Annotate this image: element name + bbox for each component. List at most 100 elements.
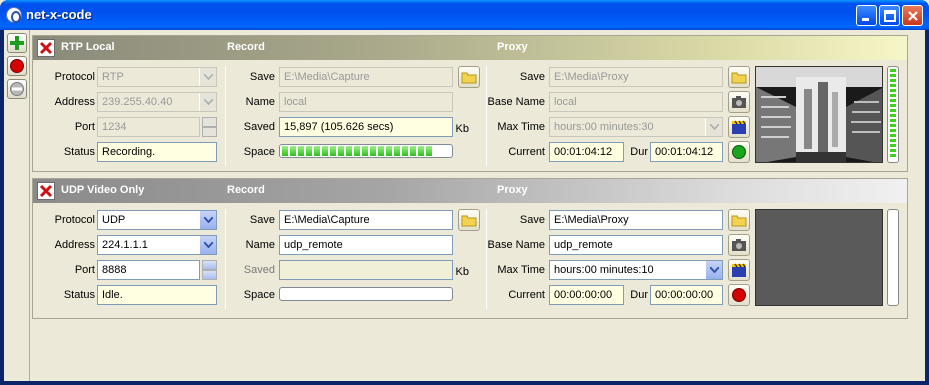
- port-label: Port: [74, 121, 95, 133]
- add-stream-button[interactable]: [7, 33, 27, 53]
- record-all-button[interactable]: [7, 56, 27, 76]
- status-field: Recording.: [97, 142, 217, 162]
- record-save-path[interactable]: E:\Media\Capture: [279, 67, 453, 87]
- record-save-path[interactable]: E:\Media\Capture: [279, 210, 453, 230]
- browse-folder-button[interactable]: [458, 66, 480, 88]
- port-input[interactable]: 1234: [97, 117, 200, 137]
- dropdown-arrow-icon: [705, 118, 722, 136]
- level-bar: [890, 104, 896, 107]
- close-icon: [908, 11, 918, 21]
- record-save-label: Save: [249, 71, 275, 83]
- level-bar: [890, 144, 896, 147]
- space-label: Space: [243, 146, 275, 158]
- port-spinner[interactable]: [202, 117, 217, 137]
- stream-start-button[interactable]: [728, 141, 750, 163]
- audio-level-meter: [887, 66, 899, 163]
- stream-record-button[interactable]: [728, 284, 750, 306]
- progress-segment: [402, 146, 408, 156]
- level-bar: [890, 109, 896, 112]
- port-spinner[interactable]: [202, 260, 217, 280]
- snapshot-button[interactable]: [728, 234, 750, 256]
- minimize-button[interactable]: [856, 5, 877, 26]
- clip-button[interactable]: [728, 259, 750, 281]
- protocol-select[interactable]: RTP: [97, 67, 217, 87]
- progress-segment: [394, 146, 400, 156]
- progress-segment: [410, 146, 416, 156]
- spin-up-icon[interactable]: [202, 260, 217, 270]
- spin-down-icon[interactable]: [202, 127, 217, 137]
- divider: [225, 66, 226, 166]
- saved-label: Saved: [243, 264, 275, 276]
- stream-name: RTP Local: [61, 41, 115, 53]
- toolbar-sidebar: [4, 30, 30, 381]
- clip-button[interactable]: [728, 116, 750, 138]
- max-time-value: hours:00 minutes:10: [554, 264, 654, 276]
- red-x-icon: [39, 41, 53, 55]
- folder-icon: [461, 215, 477, 227]
- level-bar: [890, 94, 896, 97]
- snapshot-button[interactable]: [728, 91, 750, 113]
- address-value: 239.255.40.40: [102, 96, 173, 108]
- progress-segment: [306, 146, 312, 156]
- base-name-input[interactable]: udp_remote: [549, 235, 723, 255]
- record-name-input[interactable]: udp_remote: [279, 235, 453, 255]
- panel-header[interactable]: RTP Local Record Proxy: [33, 36, 907, 60]
- panel-header[interactable]: UDP Video Only Record Proxy: [33, 179, 907, 203]
- level-bar: [890, 79, 896, 82]
- progress-segment: [298, 146, 304, 156]
- protocol-value: UDP: [102, 214, 126, 226]
- level-bar: [890, 84, 896, 87]
- camera-icon: [732, 96, 746, 108]
- remove-stream-button[interactable]: [37, 39, 55, 57]
- progress-segment: [418, 146, 424, 156]
- progress-segment: [354, 146, 360, 156]
- max-time-select[interactable]: hours:00 minutes:10: [549, 260, 723, 280]
- proxy-save-path[interactable]: E:\Media\Proxy: [549, 67, 723, 87]
- divider: [225, 209, 226, 309]
- dur-field: 00:01:04:12: [650, 142, 723, 162]
- maximize-icon: [884, 10, 896, 22]
- protocol-label: Protocol: [54, 71, 95, 83]
- video-preview: [755, 209, 883, 306]
- progress-segment: [346, 146, 352, 156]
- protocol-label: Protocol: [54, 214, 95, 226]
- progress-segment: [370, 146, 376, 156]
- browse-proxy-folder-button[interactable]: [728, 209, 750, 231]
- maximize-button[interactable]: [879, 5, 900, 26]
- browse-proxy-folder-button[interactable]: [728, 66, 750, 88]
- base-name-input[interactable]: local: [549, 92, 723, 112]
- record-name-input[interactable]: local: [279, 92, 453, 112]
- address-label: Address: [54, 96, 95, 108]
- level-bar: [890, 114, 896, 117]
- status-label: Status: [63, 146, 95, 158]
- proxy-section-title: Proxy: [497, 184, 528, 196]
- max-time-select[interactable]: hours:00 minutes:30: [549, 117, 723, 137]
- spin-up-icon[interactable]: [202, 117, 217, 127]
- saved-field: [279, 260, 453, 280]
- clapperboard-icon: [732, 120, 746, 134]
- protocol-select[interactable]: UDP: [97, 210, 217, 230]
- folder-icon: [731, 215, 747, 227]
- disabled-stop-icon: [10, 82, 24, 96]
- record-name-label: Name: [245, 239, 275, 251]
- address-select[interactable]: 239.255.40.40: [97, 92, 217, 112]
- folder-icon: [461, 72, 477, 84]
- saved-field: 15,897 (105.626 secs): [279, 117, 453, 137]
- progress-segment: [426, 146, 432, 156]
- remove-stream-button[interactable]: [37, 182, 55, 200]
- close-button[interactable]: [902, 5, 923, 26]
- app-window: net-x-code RTP Local Record Proxy Protoc…: [0, 0, 929, 385]
- spin-down-icon[interactable]: [202, 270, 217, 280]
- address-select[interactable]: 224.1.1.1: [97, 235, 217, 255]
- level-bar: [890, 139, 896, 142]
- dur-field: 00:00:00:00: [650, 285, 723, 305]
- stop-all-button[interactable]: [7, 79, 27, 99]
- title-bar[interactable]: net-x-code: [0, 0, 929, 30]
- level-bar: [890, 149, 896, 152]
- proxy-save-path[interactable]: E:\Media\Proxy: [549, 210, 723, 230]
- port-input[interactable]: 8888: [97, 260, 200, 280]
- proxy-section-title: Proxy: [497, 41, 528, 53]
- browse-folder-button[interactable]: [458, 209, 480, 231]
- current-label: Current: [508, 289, 545, 301]
- status-label: Status: [63, 289, 95, 301]
